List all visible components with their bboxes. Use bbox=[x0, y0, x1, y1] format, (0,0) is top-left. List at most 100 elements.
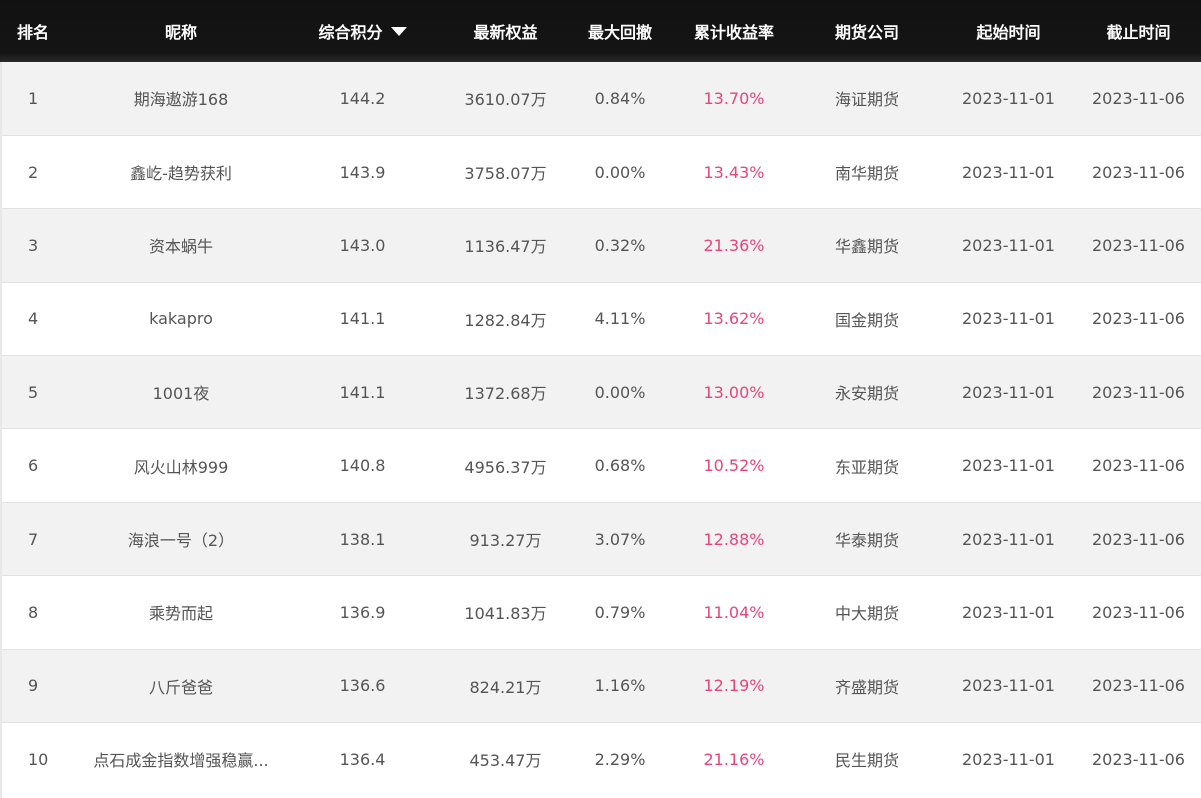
cell-start: 2023-11-01 bbox=[941, 575, 1076, 650]
cell-company: 民生期货 bbox=[793, 722, 941, 796]
caret-down-icon[interactable] bbox=[390, 27, 407, 36]
cell-equity: 824.21万 bbox=[446, 648, 565, 723]
header-return-rate-label: 累计收益率 bbox=[693, 23, 774, 42]
table-row[interactable]: 8 乘势而起 136.9 1041.83万 0.79% 11.04% 中大期货 … bbox=[0, 575, 1201, 650]
ranking-table: 排名 昵称 综合积分 最新权益 最大回撤 累计收益率 期货公司 起始时间 截止时… bbox=[0, 0, 1201, 796]
header-nickname[interactable]: 昵称 bbox=[83, 0, 279, 62]
header-drawdown-label: 最大回撤 bbox=[587, 23, 652, 42]
cell-nickname[interactable]: 点石成金指数增强稳赢... bbox=[83, 722, 279, 796]
cell-score: 143.0 bbox=[279, 208, 446, 283]
cell-end: 2023-11-06 bbox=[1076, 648, 1201, 723]
cell-company: 东亚期货 bbox=[793, 428, 941, 503]
cell-nickname[interactable]: 1001夜 bbox=[83, 355, 279, 429]
header-company[interactable]: 期货公司 bbox=[793, 0, 941, 62]
cell-rank: 7 bbox=[0, 501, 83, 576]
cell-return-rate: 13.62% bbox=[675, 281, 793, 356]
cell-score: 144.2 bbox=[339, 88, 386, 108]
cell-drawdown: 0.00% bbox=[565, 355, 675, 429]
cell-equity: 913.27万 bbox=[446, 501, 565, 576]
cell-return-rate: 10.52% bbox=[675, 428, 793, 503]
cell-company: 华鑫期货 bbox=[793, 208, 941, 283]
header-equity-label: 最新权益 bbox=[473, 23, 538, 42]
cell-company: 国金期货 bbox=[793, 281, 941, 356]
cell-company: 永安期货 bbox=[793, 355, 941, 429]
header-score-label: 综合积分 bbox=[318, 23, 383, 42]
cell-start: 2023-11-01 bbox=[962, 88, 1055, 108]
cell-return-rate: 13.70% bbox=[703, 88, 765, 108]
table-row[interactable]: 4 kakapro 141.1 1282.84万 4.11% 13.62% 国金… bbox=[0, 281, 1201, 356]
cell-score: 141.1 bbox=[279, 355, 446, 429]
cell-end: 2023-11-06 bbox=[1076, 575, 1201, 650]
cell-rank: 2 bbox=[0, 134, 83, 209]
header-drawdown[interactable]: 最大回撤 bbox=[565, 0, 675, 62]
cell-equity: 3610.07万 bbox=[464, 90, 547, 110]
cell-start: 2023-11-01 bbox=[941, 722, 1076, 796]
cell-equity: 1282.84万 bbox=[446, 281, 565, 356]
cell-nickname[interactable]: 鑫屹-趋势获利 bbox=[83, 134, 279, 209]
cell-return-rate: 11.04% bbox=[675, 575, 793, 650]
cell-drawdown: 0.84% bbox=[594, 88, 646, 108]
cell-drawdown: 4.11% bbox=[565, 281, 675, 356]
header-score[interactable]: 综合积分 bbox=[279, 0, 446, 62]
cell-score: 136.4 bbox=[279, 722, 446, 796]
cell-nickname[interactable]: 资本蜗牛 bbox=[83, 208, 279, 283]
header-rank-label: 排名 bbox=[17, 23, 50, 42]
cell-nickname[interactable]: 海浪一号（2） bbox=[83, 501, 279, 576]
cell-nickname[interactable]: 期海遨游168 bbox=[83, 62, 279, 135]
header-start[interactable]: 起始时间 bbox=[941, 0, 1076, 62]
cell-equity: 4956.37万 bbox=[446, 428, 565, 503]
cell-score: 136.6 bbox=[279, 648, 446, 723]
header-company-label: 期货公司 bbox=[834, 23, 899, 42]
cell-end: 2023-11-06 bbox=[1076, 501, 1201, 576]
cell-equity: 3758.07万 bbox=[446, 134, 565, 209]
table-header-row: 排名 昵称 综合积分 最新权益 最大回撤 累计收益率 期货公司 起始时间 截止时… bbox=[0, 0, 1201, 62]
table-row[interactable]: 5 1001夜 141.1 1372.68万 0.00% 13.00% 永安期货… bbox=[0, 355, 1201, 429]
table-row[interactable]: 1 期海遨游168 144.2 3610.07万 0.84% 13.70% 海证… bbox=[0, 62, 1201, 136]
cell-end: 2023-11-06 bbox=[1076, 722, 1201, 796]
cell-rank: 4 bbox=[0, 281, 83, 356]
cell-equity: 1136.47万 bbox=[446, 208, 565, 283]
cell-company: 华泰期货 bbox=[793, 501, 941, 576]
cell-rank: 6 bbox=[0, 428, 83, 503]
header-end[interactable]: 截止时间 bbox=[1076, 0, 1201, 62]
cell-drawdown: 0.68% bbox=[565, 428, 675, 503]
header-return-rate[interactable]: 累计收益率 bbox=[675, 0, 793, 62]
cell-rank: 10 bbox=[0, 722, 83, 796]
cell-drawdown: 0.00% bbox=[565, 134, 675, 209]
table-row[interactable]: 3 资本蜗牛 143.0 1136.47万 0.32% 21.36% 华鑫期货 … bbox=[0, 208, 1201, 283]
table-row[interactable]: 6 风火山林999 140.8 4956.37万 0.68% 10.52% 东亚… bbox=[0, 428, 1201, 503]
cell-start: 2023-11-01 bbox=[941, 355, 1076, 429]
cell-start: 2023-11-01 bbox=[941, 281, 1076, 356]
cell-end: 2023-11-06 bbox=[1076, 281, 1201, 356]
cell-score: 141.1 bbox=[279, 281, 446, 356]
cell-start: 2023-11-01 bbox=[941, 428, 1076, 503]
cell-drawdown: 0.32% bbox=[565, 208, 675, 283]
cell-return-rate: 13.43% bbox=[675, 134, 793, 209]
cell-score: 136.9 bbox=[279, 575, 446, 650]
header-nickname-label: 昵称 bbox=[164, 23, 197, 42]
cell-return-rate: 12.88% bbox=[675, 501, 793, 576]
table-row[interactable]: 7 海浪一号（2） 138.1 913.27万 3.07% 12.88% 华泰期… bbox=[0, 501, 1201, 576]
cell-rank: 5 bbox=[0, 355, 83, 429]
cell-start: 2023-11-01 bbox=[941, 134, 1076, 209]
header-equity[interactable]: 最新权益 bbox=[446, 0, 565, 62]
cell-start: 2023-11-01 bbox=[941, 208, 1076, 283]
header-end-label: 截止时间 bbox=[1106, 23, 1171, 42]
ranking-table-container: 排名 昵称 综合积分 最新权益 最大回撤 累计收益率 期货公司 起始时间 截止时… bbox=[0, 0, 1201, 798]
cell-nickname[interactable]: 乘势而起 bbox=[83, 575, 279, 650]
cell-nickname[interactable]: 风火山林999 bbox=[83, 428, 279, 503]
header-rank[interactable]: 排名 bbox=[0, 0, 83, 62]
cell-end: 2023-11-06 bbox=[1076, 134, 1201, 209]
table-row[interactable]: 2 鑫屹-趋势获利 143.9 3758.07万 0.00% 13.43% 南华… bbox=[0, 134, 1201, 209]
cell-nickname[interactable]: 八斤爸爸 bbox=[83, 648, 279, 723]
cell-score: 138.1 bbox=[279, 501, 446, 576]
table-row[interactable]: 9 八斤爸爸 136.6 824.21万 1.16% 12.19% 齐盛期货 2… bbox=[0, 648, 1201, 723]
cell-drawdown: 2.29% bbox=[565, 722, 675, 796]
cell-company: 中大期货 bbox=[793, 575, 941, 650]
cell-end: 2023-11-06 bbox=[1076, 208, 1201, 283]
cell-equity: 1041.83万 bbox=[446, 575, 565, 650]
header-start-label: 起始时间 bbox=[976, 23, 1041, 42]
table-row[interactable]: 10 点石成金指数增强稳赢... 136.4 453.47万 2.29% 21.… bbox=[0, 722, 1201, 796]
cell-nickname[interactable]: kakapro bbox=[83, 281, 279, 356]
cell-company: 齐盛期货 bbox=[793, 648, 941, 723]
